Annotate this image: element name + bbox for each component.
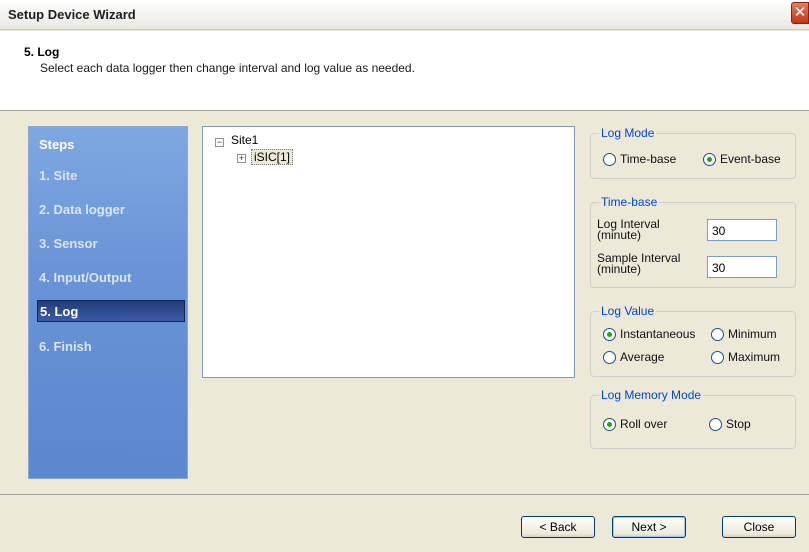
collapse-icon[interactable]: − xyxy=(215,138,224,147)
log-memory-mode-legend: Log Memory Mode xyxy=(599,388,704,402)
log-value-legend: Log Value xyxy=(599,304,657,318)
radio-label: Instantaneous xyxy=(620,327,696,341)
step-item-finish: 6. Finish xyxy=(39,339,92,354)
step-item-log: 5. Log xyxy=(37,300,185,322)
title-bar: Setup Device Wizard ✕ xyxy=(0,0,809,30)
radio-selected-icon xyxy=(603,327,616,341)
tree-node-isic[interactable]: iSIC[1] xyxy=(251,149,294,165)
radio-label: Minimum xyxy=(728,327,777,341)
radio-selected-icon xyxy=(603,417,616,431)
step-description: Select each data logger then change inte… xyxy=(40,61,415,75)
radio-icon xyxy=(603,350,616,364)
expand-icon[interactable]: + xyxy=(237,154,246,163)
radio-icon xyxy=(711,350,724,364)
device-tree[interactable]: − Site1 + iSIC[1] xyxy=(202,126,575,378)
wizard-body: Steps 1. Site 2. Data logger 3. Sensor 4… xyxy=(0,112,809,492)
steps-panel: Steps 1. Site 2. Data logger 3. Sensor 4… xyxy=(28,126,188,479)
tree-node-site1[interactable]: Site1 xyxy=(231,133,258,147)
sample-interval-input[interactable]: 30 xyxy=(707,256,777,278)
sample-interval-label: Sample Interval (minute) xyxy=(597,252,680,276)
radio-label: Maximum xyxy=(728,350,781,364)
step-item-site: 1. Site xyxy=(39,168,78,183)
step-title: 5. Log xyxy=(24,45,60,59)
steps-heading: Steps xyxy=(39,137,75,152)
sample-interval-label-line2: (minute) xyxy=(597,262,642,276)
close-icon: ✕ xyxy=(793,4,807,21)
close-window-button[interactable]: ✕ xyxy=(791,2,809,24)
radio-label: Stop xyxy=(726,417,751,431)
log-interval-input[interactable]: 30 xyxy=(707,219,777,241)
log-value-average-radio[interactable]: Average xyxy=(603,350,664,364)
radio-label: Average xyxy=(620,350,665,364)
button-bar: < Back Next > Close xyxy=(0,494,809,552)
step-item-input-output: 4. Input/Output xyxy=(39,270,132,285)
log-mode-legend: Log Mode xyxy=(599,126,657,140)
log-mode-time-base-radio[interactable]: Time-base xyxy=(603,152,676,166)
radio-icon xyxy=(603,152,616,166)
step-item-sensor: 3. Sensor xyxy=(39,236,98,251)
log-mode-group: Log Mode Time-base Event-base xyxy=(590,126,796,179)
log-interval-label-line2: (minute) xyxy=(597,228,642,242)
log-value-maximum-radio[interactable]: Maximum xyxy=(711,350,780,364)
log-memory-mode-group: Log Memory Mode Roll over Stop xyxy=(590,388,796,449)
log-value-minimum-radio[interactable]: Minimum xyxy=(711,327,777,341)
radio-icon xyxy=(709,417,722,431)
radio-selected-icon xyxy=(703,152,716,166)
step-item-data-logger: 2. Data logger xyxy=(39,202,125,217)
log-memory-roll-over-radio[interactable]: Roll over xyxy=(603,417,667,431)
log-value-group: Log Value Instantaneous Minimum Average … xyxy=(590,304,796,377)
close-button[interactable]: Close xyxy=(722,516,796,538)
time-base-legend: Time-base xyxy=(599,195,660,209)
radio-label: Time-base xyxy=(620,152,677,166)
log-memory-stop-radio[interactable]: Stop xyxy=(709,417,751,431)
radio-label: Event-base xyxy=(720,152,781,166)
log-value-instantaneous-radio[interactable]: Instantaneous xyxy=(603,327,695,341)
log-interval-label: Log Interval (minute) xyxy=(597,218,660,242)
window-title: Setup Device Wizard xyxy=(8,7,136,22)
next-button[interactable]: Next > xyxy=(612,516,686,538)
back-button[interactable]: < Back xyxy=(521,516,595,538)
radio-icon xyxy=(711,327,724,341)
log-mode-event-base-radio[interactable]: Event-base xyxy=(703,152,781,166)
wizard-header: 5. Log Select each data logger then chan… xyxy=(0,31,809,111)
radio-label: Roll over xyxy=(620,417,668,431)
time-base-group: Time-base Log Interval (minute) 30 Sampl… xyxy=(590,195,796,288)
